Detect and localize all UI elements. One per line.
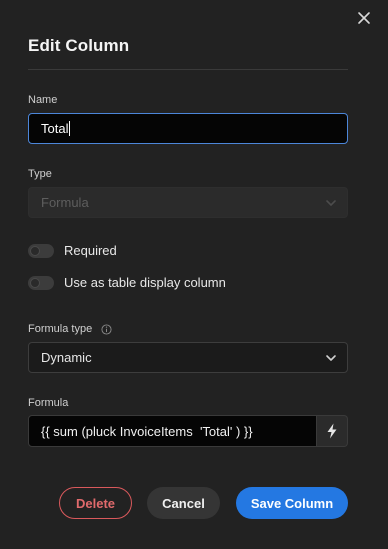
chevron-down-icon (326, 200, 336, 206)
lightning-bolt-icon (327, 423, 337, 439)
required-toggle[interactable]: Required (28, 243, 117, 258)
name-input-value: Total (41, 121, 69, 136)
title-divider (28, 69, 348, 70)
formula-input-value: {{ sum (pluck InvoiceItems 'Total' ) }} (41, 423, 253, 439)
formula-type-select[interactable]: Dynamic (28, 342, 348, 373)
text-caret (69, 121, 71, 136)
cancel-button[interactable]: Cancel (147, 487, 220, 519)
type-select-value: Formula (41, 195, 89, 210)
name-input[interactable]: Total (28, 113, 348, 144)
dialog-title: Edit Column (28, 36, 130, 55)
formula-bindings-button[interactable] (317, 415, 348, 447)
info-icon[interactable] (101, 324, 112, 335)
display-column-label: Use as table display column (64, 275, 226, 290)
formula-type-label: Formula type (28, 323, 93, 335)
formula-input[interactable]: {{ sum (pluck InvoiceItems 'Total' ) }} (28, 415, 317, 447)
formula-label: Formula (28, 397, 69, 409)
close-icon[interactable] (354, 8, 374, 28)
delete-button[interactable]: Delete (59, 487, 132, 519)
chevron-down-icon (326, 355, 336, 361)
required-label: Required (64, 243, 117, 258)
formula-type-select-value: Dynamic (41, 350, 92, 365)
edit-column-dialog: Edit Column Name Total Type Formula Requ… (0, 0, 388, 549)
display-column-switch[interactable] (28, 275, 54, 290)
type-select: Formula (28, 187, 348, 218)
display-column-toggle[interactable]: Use as table display column (28, 275, 226, 290)
required-switch[interactable] (28, 243, 54, 258)
save-column-button[interactable]: Save Column (236, 487, 348, 519)
formula-type-label-row: Formula type (28, 323, 112, 335)
formula-field: {{ sum (pluck InvoiceItems 'Total' ) }} (28, 415, 348, 447)
type-label: Type (28, 168, 52, 180)
name-label: Name (28, 94, 58, 106)
